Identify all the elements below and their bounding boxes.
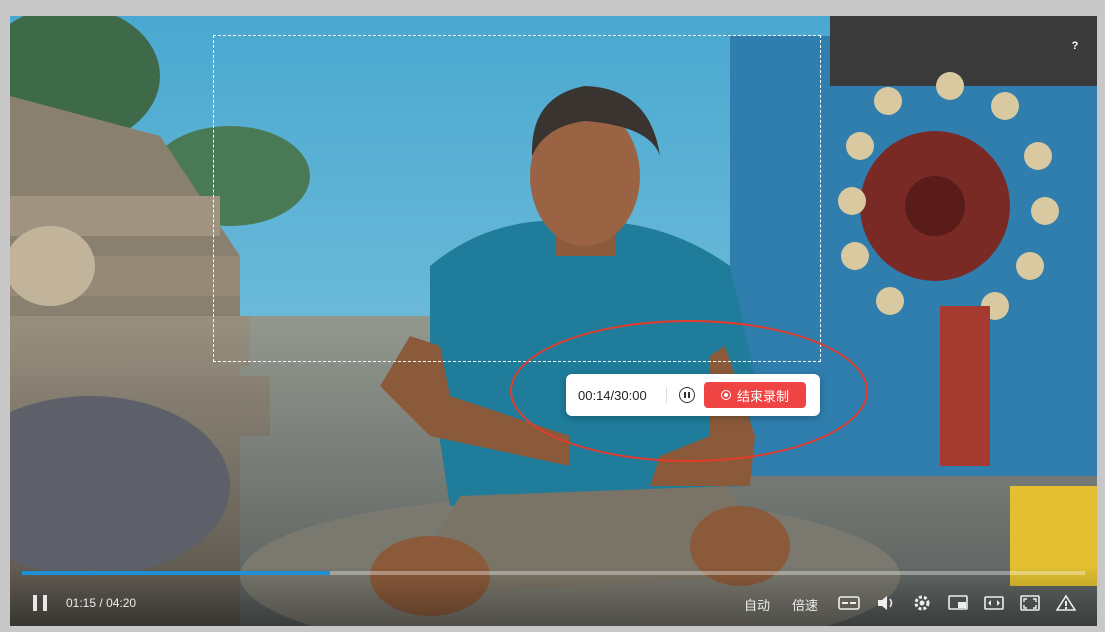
quality-button[interactable]: 自动	[744, 595, 770, 614]
current-time: 01:15	[66, 596, 97, 610]
settings-icon[interactable]	[912, 594, 932, 612]
play-pause-icon[interactable]	[33, 595, 47, 611]
recording-panel: 00:14/30:00 结束录制	[566, 374, 820, 416]
progress-bar[interactable]	[22, 571, 1085, 575]
subtitle-icon[interactable]	[838, 594, 860, 612]
progress-fill	[22, 571, 331, 575]
pause-icon[interactable]	[679, 387, 695, 403]
time-separator: /	[99, 596, 103, 610]
control-bar-background	[10, 566, 1097, 626]
duration: 04:20	[106, 596, 137, 610]
speed-button[interactable]: 倍速	[792, 595, 818, 614]
recording-area-selection[interactable]	[213, 35, 821, 362]
video-player[interactable]: ? 01:15 / 04:20 自动 倍速	[10, 16, 1097, 626]
widescreen-icon[interactable]	[984, 594, 1004, 612]
end-recording-button[interactable]: 结束录制	[704, 382, 806, 408]
warning-icon[interactable]	[1056, 594, 1076, 612]
pip-icon[interactable]	[948, 594, 968, 612]
fullscreen-icon[interactable]	[1020, 594, 1040, 612]
help-icon[interactable]: ?	[1067, 38, 1083, 54]
end-recording-label: 结束录制	[736, 388, 789, 404]
divider	[666, 387, 667, 403]
volume-icon[interactable]	[876, 594, 896, 612]
recording-time: 00:14/30:00	[578, 387, 647, 403]
record-dot-icon	[720, 390, 731, 400]
time-display: 01:15 / 04:20	[66, 596, 136, 610]
